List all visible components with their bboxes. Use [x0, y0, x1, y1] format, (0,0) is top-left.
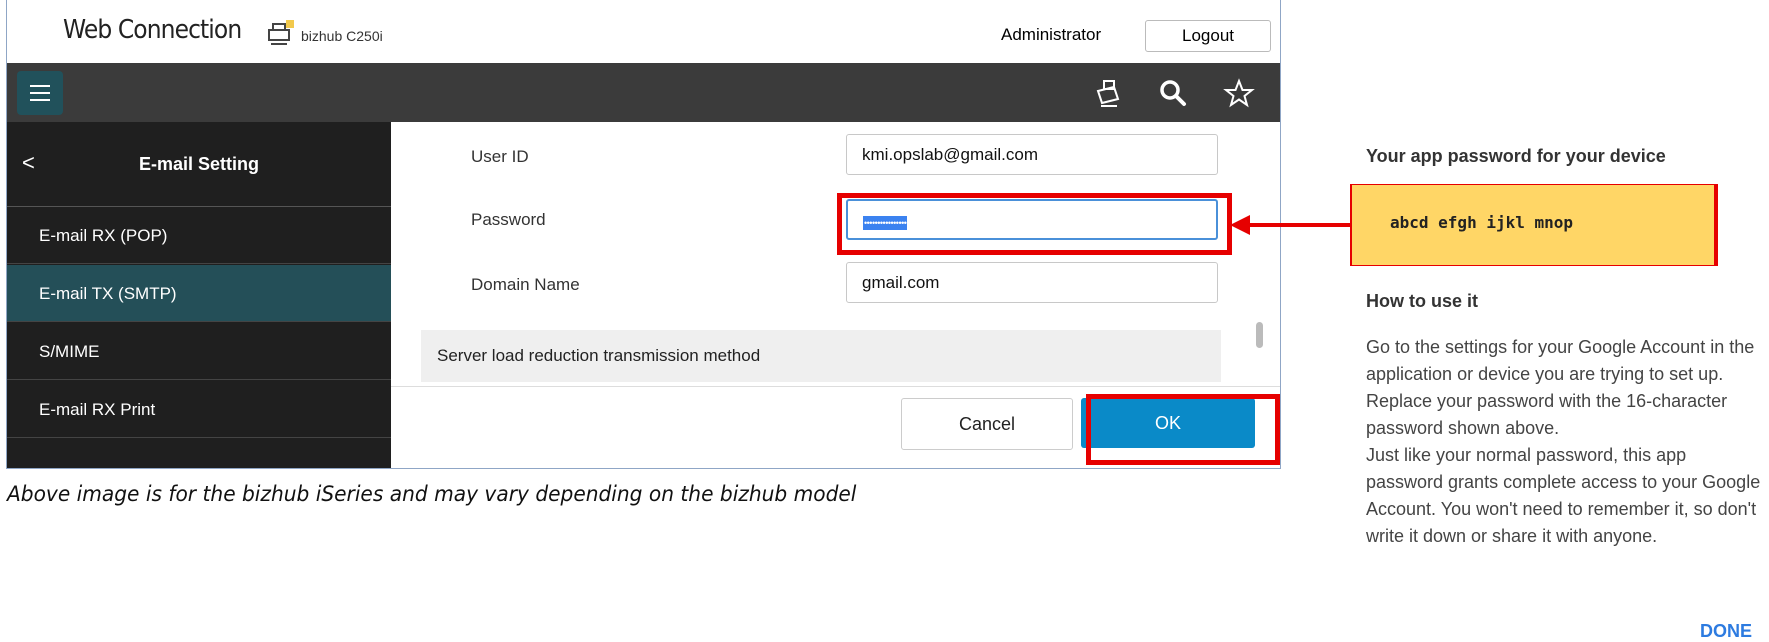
device-name: bizhub C250i	[301, 28, 383, 44]
how-to-use-paragraph-2: Just like your normal password, this app…	[1366, 445, 1761, 546]
scroll-thumb[interactable]	[1256, 322, 1263, 348]
sidebar: < E-mail Setting E-mail RX (POP) E-mail …	[7, 122, 391, 468]
brand-logo: Web Connection	[63, 15, 242, 45]
sidebar-item-email-rx-pop[interactable]: E-mail RX (POP)	[7, 207, 391, 264]
user-id-field[interactable]: kmi.opslab@gmail.com	[846, 134, 1218, 175]
user-name: Administrator	[1001, 25, 1102, 44]
section-header: Server load reduction transmission metho…	[421, 330, 1221, 382]
app-password-title: Your app password for your device	[1366, 146, 1666, 166]
sidebar-item-email-tx-smtp[interactable]: E-mail TX (SMTP)	[7, 265, 391, 322]
how-to-use-text: Go to the settings for your Google Accou…	[1366, 334, 1766, 550]
search-icon[interactable]	[1157, 77, 1189, 109]
toolbar	[7, 63, 1280, 122]
logout-button[interactable]: Logout	[1145, 20, 1271, 52]
divider	[391, 386, 1280, 387]
sidebar-title: E-mail Setting	[138, 154, 259, 174]
app-password-code: abcd efgh ijkl mnop	[1390, 213, 1574, 232]
ok-highlight-box	[1086, 394, 1280, 465]
device-list-icon[interactable]	[1092, 77, 1124, 109]
user-id-label: User ID	[471, 147, 529, 166]
password-highlight-box	[837, 193, 1232, 255]
how-to-use-paragraph-1: Go to the settings for your Google Accou…	[1366, 337, 1755, 438]
scrollbar[interactable]	[1255, 122, 1265, 383]
sidebar-item-email-rx-print[interactable]: E-mail RX Print	[7, 381, 391, 438]
image-caption: Above image is for the bizhub iSeries an…	[7, 482, 857, 506]
done-button[interactable]: DONE	[1700, 621, 1752, 642]
domain-name-label: Domain Name	[471, 275, 580, 294]
arrow-icon	[1230, 215, 1352, 235]
star-icon[interactable]	[1223, 77, 1255, 109]
sidebar-item-smime[interactable]: S/MIME	[7, 323, 391, 380]
menu-button[interactable]	[17, 71, 63, 115]
sidebar-header: < E-mail Setting	[7, 122, 391, 207]
domain-name-field[interactable]: gmail.com	[846, 262, 1218, 303]
device-icon	[268, 20, 294, 45]
password-label: Password	[471, 210, 546, 229]
how-to-use-title: How to use it	[1366, 291, 1478, 311]
cancel-button[interactable]: Cancel	[901, 398, 1073, 450]
